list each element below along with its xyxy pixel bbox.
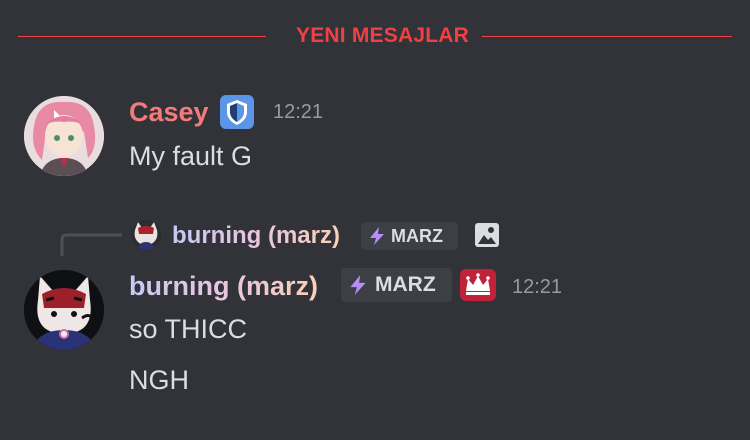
shield-icon[interactable] [220, 95, 254, 129]
tag-label: MARZ [391, 226, 443, 246]
new-messages-label: YENI MESAJLAR [296, 24, 469, 47]
tag-label: MARZ [375, 273, 436, 296]
message-author[interactable]: Casey [129, 96, 209, 128]
divider-line-right [482, 36, 732, 37]
message-text: My fault G [129, 141, 253, 171]
lightning-icon [347, 273, 369, 308]
lightning-icon [367, 225, 387, 255]
avatar[interactable] [24, 270, 104, 350]
member-tag[interactable]: MARZ [341, 268, 452, 302]
image-icon[interactable] [473, 221, 501, 249]
message-timestamp: 12:21 [273, 101, 324, 123]
new-messages-divider: YENI MESAJLAR [18, 24, 732, 48]
message-timestamp: 12:21 [512, 276, 563, 298]
crown-icon[interactable] [460, 269, 496, 301]
avatar[interactable] [24, 96, 104, 176]
message-text: NGH [129, 365, 189, 395]
message-author[interactable]: burning (marz) [129, 270, 318, 302]
reply-avatar[interactable] [131, 220, 161, 250]
reply-connector [60, 233, 122, 256]
divider-line-left [18, 36, 266, 37]
reply-author[interactable]: burning (marz) [172, 221, 340, 251]
reply-tag[interactable]: MARZ [361, 222, 458, 250]
message-text: so THICC [129, 314, 248, 344]
